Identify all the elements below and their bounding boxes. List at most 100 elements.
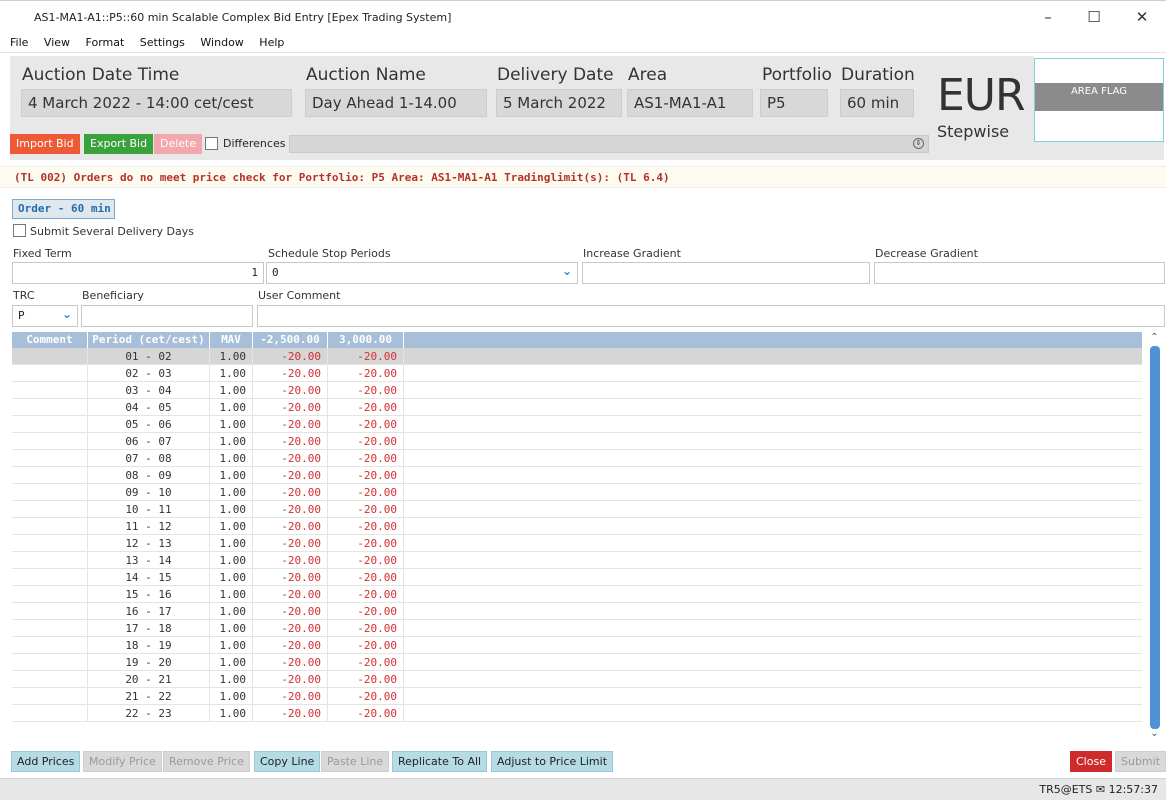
- period-cell[interactable]: 14 - 15: [88, 569, 210, 586]
- price-cell-2[interactable]: -20.00: [328, 552, 404, 569]
- mav-cell[interactable]: 1.00: [210, 552, 253, 569]
- period-cell[interactable]: 12 - 13: [88, 535, 210, 552]
- comment-cell[interactable]: [12, 603, 88, 620]
- comment-cell[interactable]: [12, 501, 88, 518]
- price-cell-2[interactable]: -20.00: [328, 637, 404, 654]
- remove-price-button[interactable]: Remove Price: [163, 751, 250, 772]
- chevron-down-icon[interactable]: ⌄: [562, 264, 572, 278]
- price-cell-1[interactable]: -20.00: [253, 467, 328, 484]
- scroll-down-icon[interactable]: ⌄: [1148, 728, 1161, 739]
- price-cell-1[interactable]: -20.00: [253, 450, 328, 467]
- price-cell-1[interactable]: -20.00: [253, 365, 328, 382]
- replicate-to-all-button[interactable]: Replicate To All: [392, 751, 488, 772]
- comment-cell[interactable]: [12, 399, 88, 416]
- comment-cell[interactable]: [12, 586, 88, 603]
- table-row[interactable]: 10 - 11 1.00 -20.00 -20.00: [12, 501, 1142, 518]
- mav-cell[interactable]: 1.00: [210, 586, 253, 603]
- table-row[interactable]: 17 - 18 1.00 -20.00 -20.00: [12, 620, 1142, 637]
- comment-cell[interactable]: [12, 705, 88, 722]
- price-cell-1[interactable]: -20.00: [253, 552, 328, 569]
- column-header-price-2[interactable]: 3,000.00: [328, 332, 404, 348]
- modify-price-button[interactable]: Modify Price: [83, 751, 162, 772]
- period-cell[interactable]: 06 - 07: [88, 433, 210, 450]
- menu-view[interactable]: View: [44, 34, 70, 49]
- price-cell-1[interactable]: -20.00: [253, 399, 328, 416]
- mav-cell[interactable]: 1.00: [210, 535, 253, 552]
- price-cell-2[interactable]: -20.00: [328, 654, 404, 671]
- price-cell-2[interactable]: -20.00: [328, 586, 404, 603]
- period-cell[interactable]: 21 - 22: [88, 688, 210, 705]
- table-row[interactable]: 22 - 23 1.00 -20.00 -20.00: [12, 705, 1142, 722]
- comment-cell[interactable]: [12, 552, 88, 569]
- column-header-period[interactable]: Period (cet/cest): [88, 332, 210, 348]
- tab-order-60-min[interactable]: Order - 60 min: [12, 199, 115, 219]
- mav-cell[interactable]: 1.00: [210, 433, 253, 450]
- price-cell-2[interactable]: -20.00: [328, 348, 404, 365]
- price-cell-1[interactable]: -20.00: [253, 637, 328, 654]
- differences-checkbox[interactable]: [205, 137, 218, 150]
- vertical-scrollbar[interactable]: ⌃ ⌄: [1145, 332, 1164, 744]
- period-cell[interactable]: 04 - 05: [88, 399, 210, 416]
- comment-cell[interactable]: [12, 688, 88, 705]
- period-cell[interactable]: 11 - 12: [88, 518, 210, 535]
- price-cell-2[interactable]: -20.00: [328, 416, 404, 433]
- period-cell[interactable]: 13 - 14: [88, 552, 210, 569]
- fixed-term-input[interactable]: 1: [12, 262, 264, 284]
- price-cell-1[interactable]: -20.00: [253, 620, 328, 637]
- period-cell[interactable]: 16 - 17: [88, 603, 210, 620]
- price-cell-1[interactable]: -20.00: [253, 603, 328, 620]
- price-cell-2[interactable]: -20.00: [328, 535, 404, 552]
- scroll-up-icon[interactable]: ⌃: [1148, 332, 1161, 343]
- table-row[interactable]: 19 - 20 1.00 -20.00 -20.00: [12, 654, 1142, 671]
- maximize-button[interactable]: ☐: [1076, 6, 1112, 28]
- table-row[interactable]: 02 - 03 1.00 -20.00 -20.00: [12, 365, 1142, 382]
- menu-file[interactable]: File: [10, 34, 28, 49]
- table-row[interactable]: 12 - 13 1.00 -20.00 -20.00: [12, 535, 1142, 552]
- comment-cell[interactable]: [12, 671, 88, 688]
- menu-format[interactable]: Format: [86, 34, 125, 49]
- price-cell-1[interactable]: -20.00: [253, 416, 328, 433]
- period-cell[interactable]: 01 - 02: [88, 348, 210, 365]
- mav-cell[interactable]: 1.00: [210, 416, 253, 433]
- user-comment-input[interactable]: [257, 305, 1165, 327]
- spinner-icon[interactable]: ⇕: [913, 138, 924, 149]
- price-cell-1[interactable]: -20.00: [253, 705, 328, 722]
- menu-help[interactable]: Help: [259, 34, 284, 49]
- beneficiary-input[interactable]: [81, 305, 253, 327]
- mav-cell[interactable]: 1.00: [210, 348, 253, 365]
- comment-cell[interactable]: [12, 484, 88, 501]
- chevron-down-icon[interactable]: ⌄: [62, 307, 72, 321]
- price-cell-2[interactable]: -20.00: [328, 484, 404, 501]
- mav-cell[interactable]: 1.00: [210, 484, 253, 501]
- increase-gradient-input[interactable]: [582, 262, 870, 284]
- price-cell-2[interactable]: -20.00: [328, 501, 404, 518]
- export-bid-button[interactable]: Export Bid: [84, 134, 154, 154]
- price-cell-2[interactable]: -20.00: [328, 603, 404, 620]
- comment-cell[interactable]: [12, 416, 88, 433]
- mav-cell[interactable]: 1.00: [210, 688, 253, 705]
- scrollbar-thumb[interactable]: [1150, 346, 1160, 729]
- close-window-button[interactable]: ✕: [1124, 6, 1160, 28]
- column-header-mav[interactable]: MAV: [210, 332, 253, 348]
- price-cell-2[interactable]: -20.00: [328, 433, 404, 450]
- menu-settings[interactable]: Settings: [140, 34, 185, 49]
- submit-button[interactable]: Submit: [1115, 751, 1166, 772]
- mav-cell[interactable]: 1.00: [210, 365, 253, 382]
- table-row[interactable]: 15 - 16 1.00 -20.00 -20.00: [12, 586, 1142, 603]
- price-cell-1[interactable]: -20.00: [253, 688, 328, 705]
- adjust-to-price-limit-button[interactable]: Adjust to Price Limit: [491, 751, 614, 772]
- price-cell-1[interactable]: -20.00: [253, 348, 328, 365]
- comment-cell[interactable]: [12, 569, 88, 586]
- table-row[interactable]: 03 - 04 1.00 -20.00 -20.00: [12, 382, 1142, 399]
- price-cell-1[interactable]: -20.00: [253, 382, 328, 399]
- price-cell-2[interactable]: -20.00: [328, 705, 404, 722]
- import-bid-button[interactable]: Import Bid: [10, 134, 80, 154]
- comment-cell[interactable]: [12, 654, 88, 671]
- period-cell[interactable]: 15 - 16: [88, 586, 210, 603]
- column-header-comment[interactable]: Comment: [12, 332, 88, 348]
- mav-cell[interactable]: 1.00: [210, 382, 253, 399]
- price-cell-1[interactable]: -20.00: [253, 535, 328, 552]
- mav-cell[interactable]: 1.00: [210, 501, 253, 518]
- comment-cell[interactable]: [12, 365, 88, 382]
- table-row[interactable]: 01 - 02 1.00 -20.00 -20.00: [12, 348, 1142, 365]
